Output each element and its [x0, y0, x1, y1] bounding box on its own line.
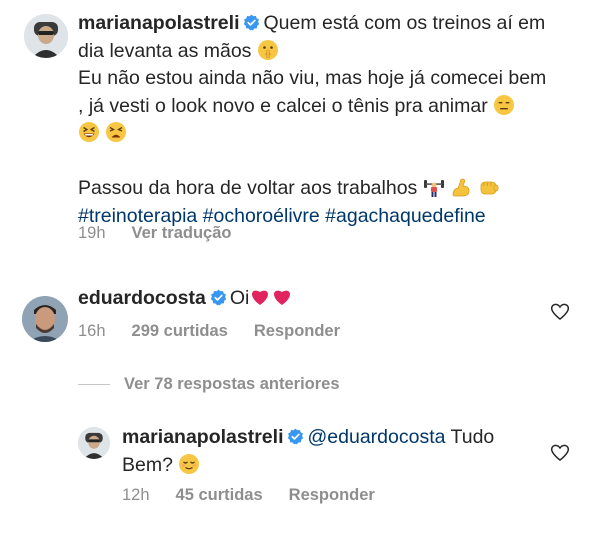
- comment-line-5: [78, 120, 583, 148]
- profile-photo-icon: [22, 296, 68, 342]
- reply-text: Tudo: [450, 426, 495, 448]
- mention-link[interactable]: @eduardocosta: [307, 426, 445, 448]
- red-heart-emoji-icon: [249, 286, 271, 308]
- comment-text-line: , já vesti o look novo e calcei o tênis …: [78, 94, 488, 117]
- comment-username[interactable]: eduardocosta: [78, 287, 206, 309]
- likes-count[interactable]: 299 curtidas: [132, 322, 228, 340]
- comment-time[interactable]: 16h: [78, 322, 106, 340]
- shushing-face-emoji-icon: [257, 39, 279, 61]
- comment-text-line: Quem está com os treinos aí em: [263, 12, 546, 34]
- profile-photo-icon: [78, 427, 110, 459]
- view-previous-replies-button[interactable]: Ver 78 respostas anteriores: [78, 374, 340, 394]
- comment-line-4: , já vesti o look novo e calcei o tênis …: [78, 93, 583, 121]
- comment-body: eduardocosta Oi: [78, 285, 538, 313]
- hashtag-link[interactable]: #agachaquedefine: [325, 205, 486, 227]
- relieved-face-emoji-icon: [178, 453, 200, 475]
- comment-meta: 19h Ver tradução: [78, 224, 258, 243]
- profile-photo-icon: [24, 14, 68, 58]
- view-previous-replies-label: Ver 78 respostas anteriores: [124, 374, 340, 393]
- flexed-biceps-emoji-icon: [450, 176, 472, 198]
- comment-line-6: Passou da hora de voltar aos trabalhos: [78, 175, 583, 203]
- avatar-marianapolastreli[interactable]: [24, 14, 68, 58]
- comment-text: Oi: [229, 287, 250, 309]
- see-translation-button[interactable]: Ver tradução: [132, 224, 232, 242]
- expressionless-face-emoji-icon: [493, 94, 515, 116]
- likes-count[interactable]: 45 curtidas: [176, 486, 263, 504]
- reply-button[interactable]: Responder: [254, 322, 340, 340]
- weight-lifter-emoji-icon: [423, 176, 445, 198]
- verified-badge-icon: [243, 14, 260, 31]
- comment-time[interactable]: 19h: [78, 224, 106, 242]
- tired-face-emoji-icon: [105, 121, 127, 143]
- like-heart-icon[interactable]: [550, 443, 570, 463]
- reply-time[interactable]: 12h: [122, 486, 150, 504]
- comment-text-line: dia levanta as mãos: [78, 39, 252, 62]
- verified-badge-icon: [210, 289, 227, 306]
- reply-button[interactable]: Responder: [289, 486, 375, 504]
- avatar-eduardocosta[interactable]: [22, 296, 68, 342]
- oncoming-fist-emoji-icon: [478, 176, 500, 198]
- comment-text-line: Eu não estou ainda não viu, mas hoje já …: [78, 67, 547, 89]
- comment-body: marianapolastreli Quem está com os treino…: [78, 10, 583, 230]
- reply-username[interactable]: marianapolastreli: [122, 426, 283, 448]
- verified-badge-icon: [287, 428, 304, 445]
- reply-line-1: marianapolastreli @eduardocosta Tudo: [122, 424, 527, 452]
- comment-meta: 16h 299 curtidas Responder: [78, 322, 366, 341]
- reply-body: marianapolastreli @eduardocosta Tudo Bem?: [122, 424, 527, 479]
- grinning-squinting-face-emoji-icon: [78, 121, 100, 143]
- red-heart-emoji-icon: [271, 286, 293, 308]
- comment-line-3: Eu não estou ainda não viu, mas hoje já …: [78, 65, 583, 93]
- avatar-marianapolastreli-reply[interactable]: [78, 427, 110, 459]
- reply-line-2: Bem?: [122, 452, 527, 480]
- like-heart-icon[interactable]: [550, 302, 570, 322]
- reply-meta: 12h 45 curtidas Responder: [122, 486, 401, 505]
- comment-text-line: Passou da hora de voltar aos trabalhos: [78, 177, 418, 199]
- comment-username[interactable]: marianapolastreli: [78, 12, 239, 34]
- comment-line-1: marianapolastreli Quem está com os treino…: [78, 10, 583, 38]
- replies-divider: [78, 383, 110, 385]
- comment-line-2: dia levanta as mãos: [78, 38, 583, 66]
- reply-text: Bem?: [122, 453, 173, 476]
